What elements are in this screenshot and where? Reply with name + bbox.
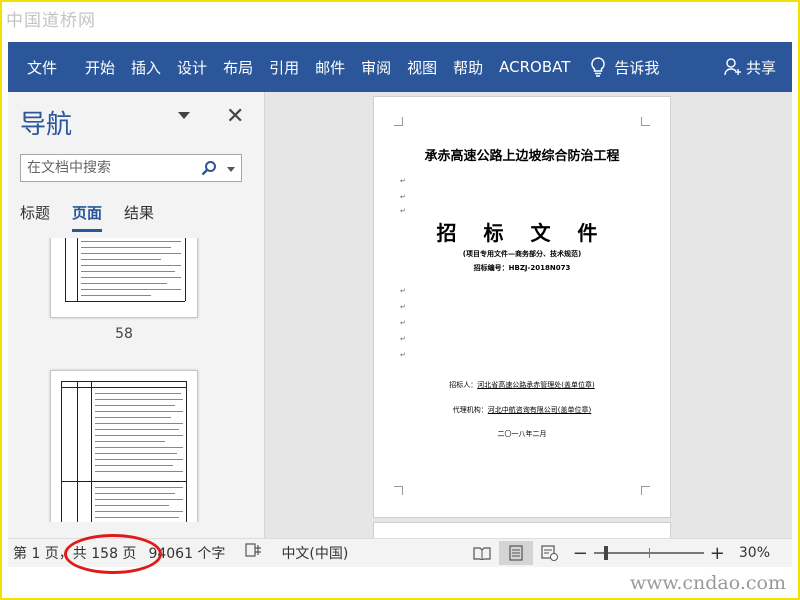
agent-name: 河北中航咨询有限公司(盖单位章)	[487, 406, 592, 414]
person-add-icon	[724, 58, 741, 76]
print-layout-icon[interactable]	[498, 541, 533, 565]
search-options-icon[interactable]	[227, 167, 235, 172]
watermark-bottom: www.cndao.com	[629, 572, 786, 594]
document-subtitle: (项目专用文件—商务部分、技术规范)	[462, 250, 582, 258]
page-thumbnails[interactable]: 58	[8, 238, 264, 522]
nav-tab-results[interactable]: 结果	[124, 202, 154, 232]
agent-line: 代理机构：河北中航咨询有限公司(盖单位章)	[452, 406, 592, 414]
proofing-icon[interactable]	[245, 543, 263, 563]
page-thumbnail[interactable]	[50, 238, 198, 318]
workspace: 导航 ✕ 标题 页面 结果	[8, 92, 792, 544]
close-icon[interactable]: ✕	[226, 104, 244, 129]
tab-design[interactable]: 设计	[169, 57, 215, 78]
tell-me-button[interactable]: 告诉我	[590, 57, 659, 78]
zoom-in-button[interactable]: +	[710, 543, 725, 564]
zoom-slider[interactable]	[593, 546, 704, 560]
lightbulb-icon	[591, 57, 606, 77]
watermark-top: 中国道桥网	[6, 11, 96, 31]
document-title: 承赤高速公路上边坡综合防治工程	[424, 149, 620, 164]
word-count[interactable]: 94061 个字	[148, 543, 225, 563]
status-bar: 第 1 页，共 158 页 94061 个字 中文(中国) − + 30%	[8, 538, 792, 567]
view-controls: − + 30%	[465, 541, 792, 565]
zoom-level[interactable]: 30%	[739, 545, 770, 561]
nav-pane-title: 导航	[20, 110, 73, 140]
tab-mailings[interactable]: 邮件	[307, 57, 353, 78]
tab-file[interactable]: 文件	[8, 57, 77, 78]
language-indicator[interactable]: 中文(中国)	[281, 543, 348, 563]
tenderer-name: 河北省高速公路承赤管理处(盖单位章)	[477, 381, 595, 389]
tenderer-line: 招标人：河北省高速公路承赤管理处(盖单位章)	[449, 381, 595, 389]
chevron-down-icon[interactable]	[178, 112, 190, 119]
page-thumbnail[interactable]	[50, 370, 198, 522]
document-page[interactable]: ↵ ↵ ↵ ↵ ↵ ↵ ↵ ↵ 承赤高速公路上边坡综合防治工程 招 标 文 件 …	[373, 96, 671, 518]
page-count[interactable]: 第 1 页，共 158 页	[13, 543, 136, 563]
tab-references[interactable]: 引用	[261, 57, 307, 78]
share-button[interactable]: 共享	[724, 57, 776, 78]
search-box	[20, 154, 242, 182]
tell-me-label: 告诉我	[614, 58, 660, 77]
nav-tab-headings[interactable]: 标题	[20, 202, 50, 232]
tab-layout[interactable]: 布局	[215, 57, 261, 78]
nav-tabs: 标题 页面 结果	[20, 202, 176, 232]
document-date: 二〇一八年二月	[497, 430, 547, 438]
tab-home[interactable]: 开始	[77, 57, 123, 78]
document-heading: 招 标 文 件	[436, 221, 608, 245]
ribbon-tab-bar: 文件 开始 插入 设计 布局 引用 邮件 审阅 视图 帮助 ACROBAT 告诉…	[8, 42, 792, 92]
tab-insert[interactable]: 插入	[123, 57, 169, 78]
web-layout-icon[interactable]	[533, 541, 567, 565]
zoom-slider-thumb[interactable]	[604, 546, 608, 560]
share-label: 共享	[745, 58, 776, 77]
document-canvas[interactable]: ↵ ↵ ↵ ↵ ↵ ↵ ↵ ↵ 承赤高速公路上边坡综合防治工程 招 标 文 件 …	[265, 92, 792, 544]
search-icon[interactable]	[201, 160, 217, 176]
tab-review[interactable]: 审阅	[353, 57, 399, 78]
search-input[interactable]	[21, 155, 203, 181]
read-mode-icon[interactable]	[465, 541, 499, 565]
tab-view[interactable]: 视图	[399, 57, 445, 78]
nav-tab-pages[interactable]: 页面	[72, 202, 103, 232]
tab-acrobat[interactable]: ACROBAT	[491, 58, 578, 76]
thumbnail-page-number: 58	[115, 326, 133, 342]
zoom-out-button[interactable]: −	[573, 543, 588, 564]
tab-help[interactable]: 帮助	[445, 57, 491, 78]
navigation-pane: 导航 ✕ 标题 页面 结果	[8, 92, 265, 538]
tender-number: 招标编号：HBZJ-2018N073	[473, 264, 571, 272]
